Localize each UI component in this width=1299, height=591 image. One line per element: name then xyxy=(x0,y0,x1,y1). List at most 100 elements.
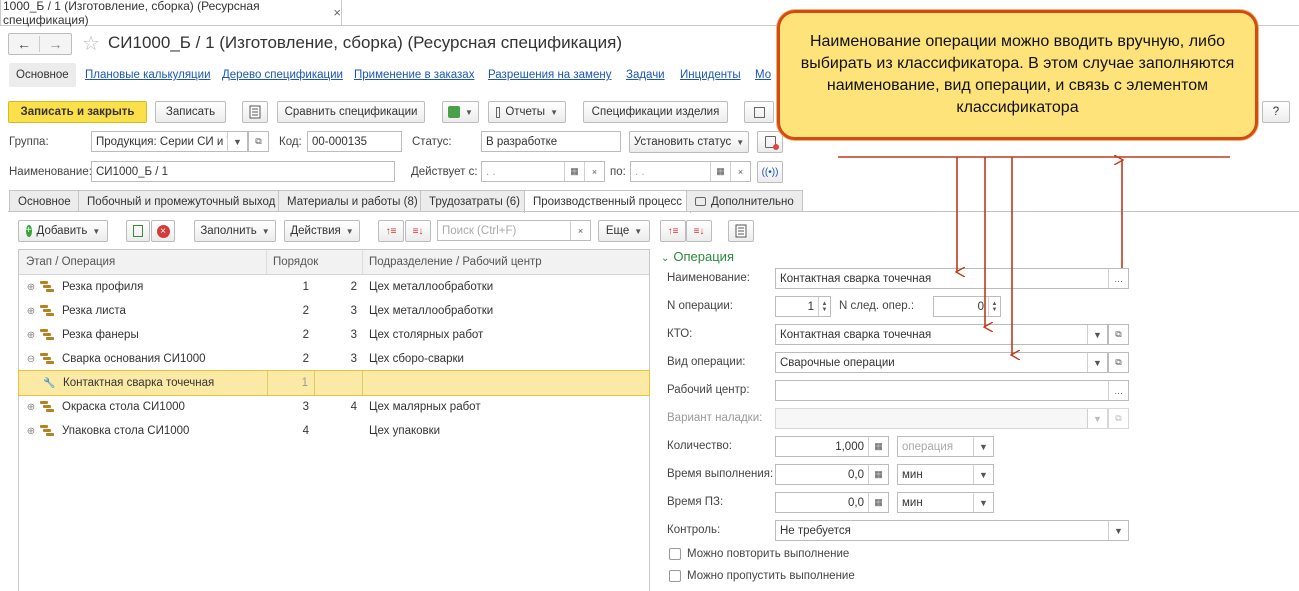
print-button[interactable] xyxy=(744,101,774,123)
kto-field[interactable]: Контактная сварка точечная ▼ xyxy=(775,324,1108,345)
expand-icon[interactable]: ⊕ xyxy=(26,402,36,413)
clear-icon[interactable]: × xyxy=(584,162,604,181)
table-row[interactable]: ⊕ Упаковка стола СИ1000 4 Цех упаковки xyxy=(19,419,649,443)
chevron-down-icon[interactable]: ▼ xyxy=(1087,325,1107,344)
calculator-icon[interactable]: ▦ xyxy=(868,493,888,512)
period-icon[interactable]: ((•)) xyxy=(757,161,783,183)
select-icon[interactable]: … xyxy=(1108,381,1128,400)
skip-checkbox-row[interactable]: Можно пропустить выполнение xyxy=(669,570,855,582)
col-header-stage[interactable]: Этап / Операция xyxy=(19,250,267,274)
expand-icon[interactable]: ⊕ xyxy=(26,282,36,293)
table-row[interactable]: ⊕ Резка листа 2 3 Цех металлообработки xyxy=(19,299,649,323)
op-next-field[interactable]: 0 ▲ ▼ xyxy=(933,296,1001,317)
set-status-button[interactable]: Установить статус ▼ xyxy=(629,131,749,153)
delete-row-button[interactable]: × xyxy=(151,220,175,242)
document-list-icon[interactable] xyxy=(242,101,268,123)
op-type-field[interactable]: Сварочные операции ▼ xyxy=(775,352,1108,373)
col-header-dept[interactable]: Подразделение / Рабочий центр xyxy=(363,256,542,268)
help-button[interactable]: ? xyxy=(1262,101,1290,123)
operation-section[interactable]: ⌄ Операция xyxy=(661,249,734,264)
code-field[interactable]: 00-000135 xyxy=(307,131,402,152)
chevron-down-icon[interactable]: ▼ xyxy=(1108,521,1128,540)
back-arrow-icon[interactable]: ← xyxy=(9,36,41,52)
navlink-main[interactable]: Основное xyxy=(9,63,76,87)
create-based-button[interactable]: ▼ xyxy=(442,101,479,123)
open-icon[interactable]: ⧉ xyxy=(1108,352,1129,373)
calendar-icon[interactable]: ▦ xyxy=(564,162,584,181)
save-close-button[interactable]: Записать и закрыть xyxy=(8,101,147,123)
select-icon[interactable]: … xyxy=(1108,269,1128,288)
expand-icon[interactable]: ⊕ xyxy=(26,330,36,341)
document-list-icon[interactable] xyxy=(728,220,754,242)
chevron-down-icon[interactable]: ▼ xyxy=(1087,353,1107,372)
pz-unit-field[interactable]: мин ▼ xyxy=(897,492,994,513)
table-row[interactable]: ⊕ Резка профиля 1 2 Цех металлообработки xyxy=(19,275,649,299)
actions-button[interactable]: Действия ▼ xyxy=(284,220,360,242)
calculator-icon[interactable]: ▦ xyxy=(868,465,888,484)
valid-to-field[interactable]: . . ▦ × xyxy=(630,161,751,182)
exec-unit-field[interactable]: мин ▼ xyxy=(897,464,994,485)
work-center-field[interactable]: … xyxy=(775,380,1129,401)
tab-materials[interactable]: Материалы и работы (8) xyxy=(278,190,427,212)
exec-time-field[interactable]: 0,0 ▦ xyxy=(775,464,889,485)
navlink-spec-tree[interactable]: Дерево спецификации xyxy=(222,69,343,81)
copy-row-button[interactable] xyxy=(126,220,150,242)
clear-icon[interactable]: × xyxy=(730,162,750,181)
more-button[interactable]: Еще ▼ xyxy=(598,220,650,242)
collapse-icon[interactable]: ⊖ xyxy=(26,354,36,365)
qty-field[interactable]: 1,000 ▦ xyxy=(775,436,889,457)
calculator-icon[interactable]: ▦ xyxy=(868,437,888,456)
open-icon[interactable]: ⧉ xyxy=(1108,324,1129,345)
clear-search-icon[interactable]: × xyxy=(570,221,590,240)
tab-production-process[interactable]: Производственный процесс xyxy=(524,190,691,213)
op-num-field[interactable]: 1 ▲ ▼ xyxy=(775,296,831,317)
navlink-replace-permits[interactable]: Разрешения на замену xyxy=(488,69,611,81)
navlink-plan-calc[interactable]: Плановые калькуляции xyxy=(85,69,211,81)
navlink-incidents[interactable]: Инциденты xyxy=(680,69,741,81)
table-row[interactable]: 🔧 Контактная сварка точечная 1 xyxy=(18,370,650,396)
calendar-icon[interactable]: ▦ xyxy=(710,162,730,181)
chevron-down-icon[interactable]: ▼ xyxy=(973,465,993,484)
navlink-more[interactable]: Мо xyxy=(755,69,771,81)
move-down-icon[interactable]: ≡↓ xyxy=(405,220,431,242)
move-down-icon[interactable]: ≡↓ xyxy=(686,220,712,242)
spinner-icon[interactable]: ▲ ▼ xyxy=(818,297,830,316)
chevron-down-icon[interactable]: ▼ xyxy=(227,132,247,151)
forward-arrow-icon[interactable]: → xyxy=(40,36,71,52)
repeat-checkbox-row[interactable]: Можно повторить выполнение xyxy=(669,548,849,560)
table-row[interactable]: ⊕ Резка фанеры 2 3 Цех столярных работ xyxy=(19,323,649,347)
name-field[interactable]: СИ1000_Б / 1 xyxy=(91,161,395,182)
close-icon[interactable]: × xyxy=(333,5,341,20)
save-button[interactable]: Записать xyxy=(155,101,226,123)
product-specs-button[interactable]: Спецификации изделия xyxy=(583,101,728,123)
move-up-icon[interactable]: ↑≡ xyxy=(660,220,686,242)
table-row[interactable]: ⊕ Окраска стола СИ1000 3 4 Цех малярных рабо… xyxy=(19,395,649,419)
col-header-order[interactable]: Порядок xyxy=(267,250,363,274)
window-tab[interactable]: 1000_Б / 1 (Изготовление, сборка) (Ресур… xyxy=(0,0,342,27)
tab-labor[interactable]: Трудозатраты (6) xyxy=(420,190,529,212)
move-up-icon[interactable]: ↑≡ xyxy=(378,220,404,242)
status-history-button[interactable] xyxy=(757,131,783,153)
chevron-down-icon[interactable]: ▼ xyxy=(973,493,993,512)
navlink-usage-orders[interactable]: Применение в заказах xyxy=(354,69,474,81)
pz-time-field[interactable]: 0,0 ▦ xyxy=(775,492,889,513)
favorite-star-icon[interactable]: ☆ xyxy=(82,31,100,56)
op-name-field[interactable]: Контактная сварка точечная … xyxy=(775,268,1129,289)
tab-byproduct[interactable]: Побочный и промежуточный выход xyxy=(78,190,285,212)
table-row[interactable]: ⊖ Сварка основания СИ1000 2 3 Цех сборо-свар… xyxy=(19,347,649,371)
search-input[interactable]: Поиск (Ctrl+F) × xyxy=(437,220,591,241)
fill-button[interactable]: Заполнить ▼ xyxy=(194,220,276,242)
qty-unit-field[interactable]: операция ▼ xyxy=(897,436,994,457)
compare-specs-button[interactable]: Сравнить спецификации xyxy=(277,101,425,123)
open-icon[interactable]: ⧉ xyxy=(248,131,269,152)
skip-checkbox[interactable] xyxy=(669,570,681,582)
chevron-down-icon[interactable]: ▼ xyxy=(973,437,993,456)
group-field[interactable]: Продукция: Серии СИ и Т ▼ xyxy=(91,131,248,152)
expand-icon[interactable]: ⊕ xyxy=(26,426,36,437)
expand-icon[interactable]: ⊕ xyxy=(26,306,36,317)
control-field[interactable]: Не требуется ▼ xyxy=(775,520,1129,541)
reports-button[interactable]: Отчеты ▼ xyxy=(488,101,566,123)
tab-additional[interactable]: Дополнительно xyxy=(686,190,803,212)
tab-main[interactable]: Основное xyxy=(9,190,80,212)
navlink-tasks[interactable]: Задачи xyxy=(626,69,665,81)
